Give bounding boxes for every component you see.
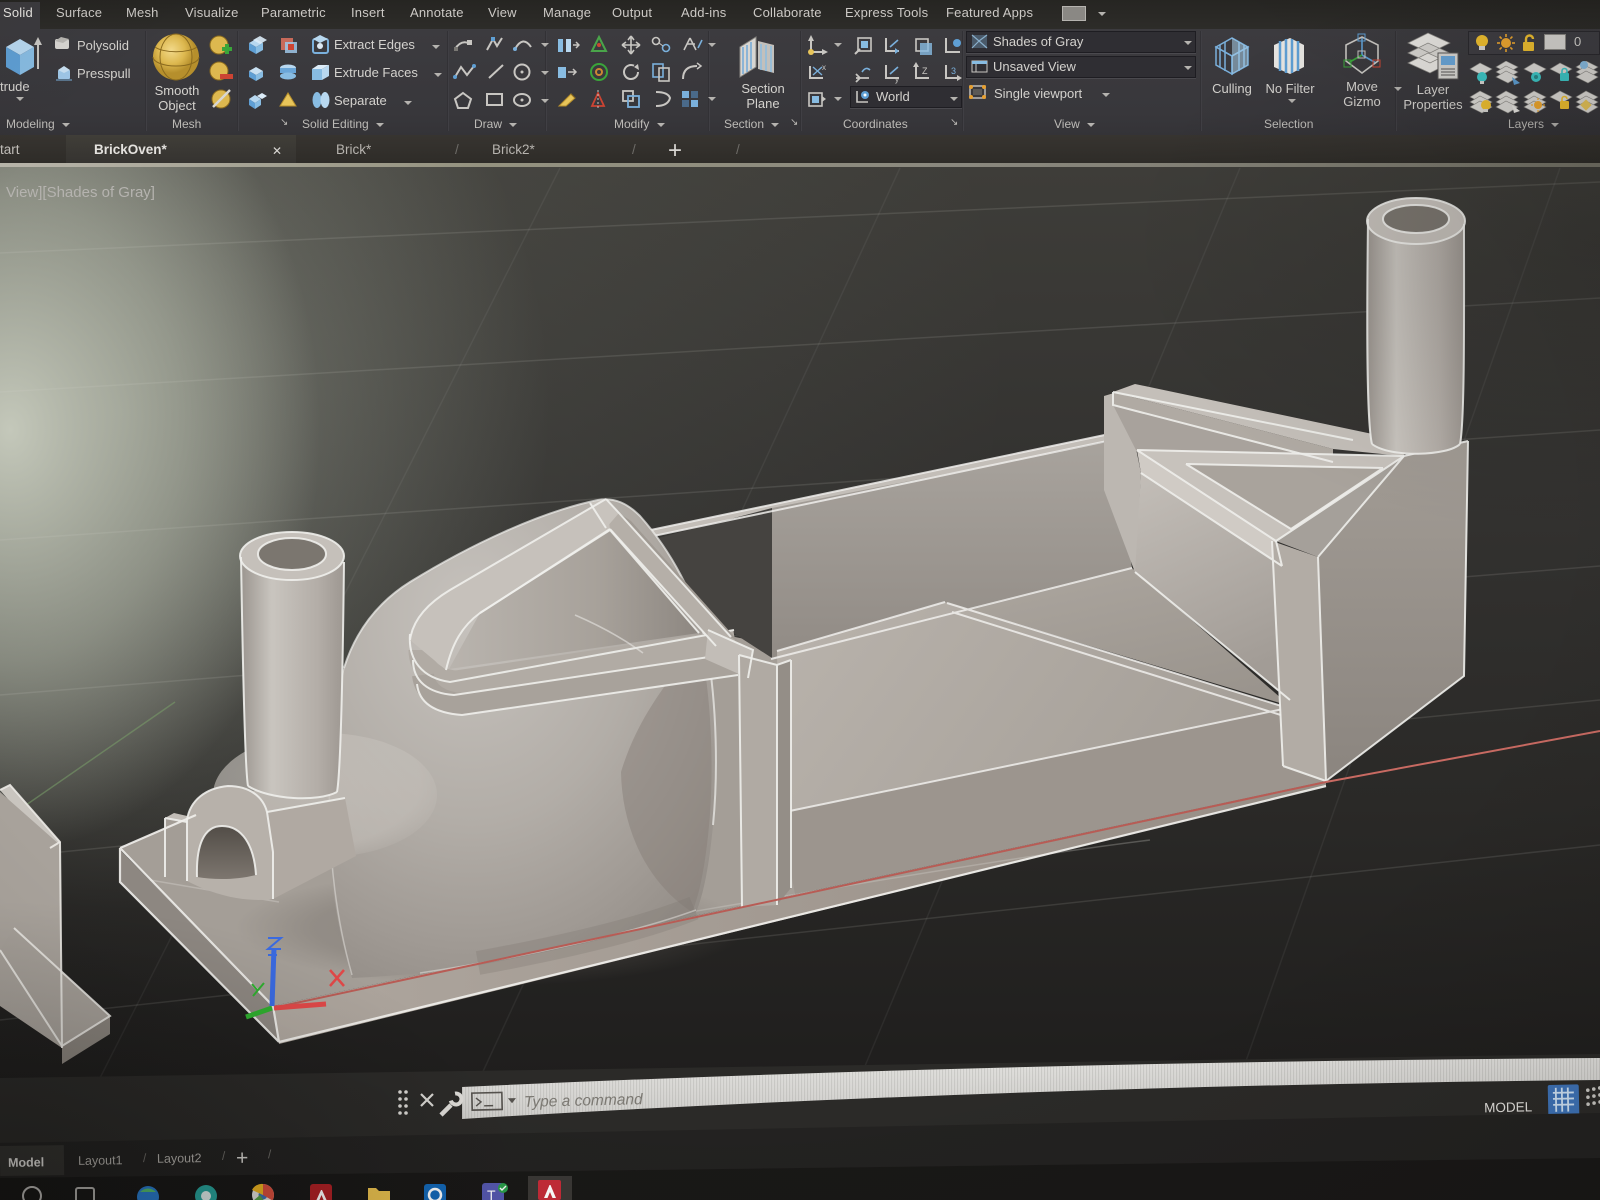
svg-text:y: y (895, 75, 899, 84)
svg-text:T: T (487, 1187, 496, 1200)
svg-text:3: 3 (951, 66, 956, 76)
svg-text:Z: Z (922, 66, 928, 76)
svg-text:Layout2: Layout2 (157, 1151, 202, 1166)
svg-text:x: x (822, 63, 826, 72)
svg-text:Type a command: Type a command (524, 1091, 644, 1111)
svg-text:+: + (236, 1147, 249, 1170)
svg-text:Layout1: Layout1 (78, 1153, 123, 1168)
svg-text:View][Shades of Gray]: View][Shades of Gray] (6, 184, 155, 201)
svg-text:MODEL: MODEL (1484, 1099, 1533, 1115)
svg-text:Model: Model (8, 1155, 44, 1170)
